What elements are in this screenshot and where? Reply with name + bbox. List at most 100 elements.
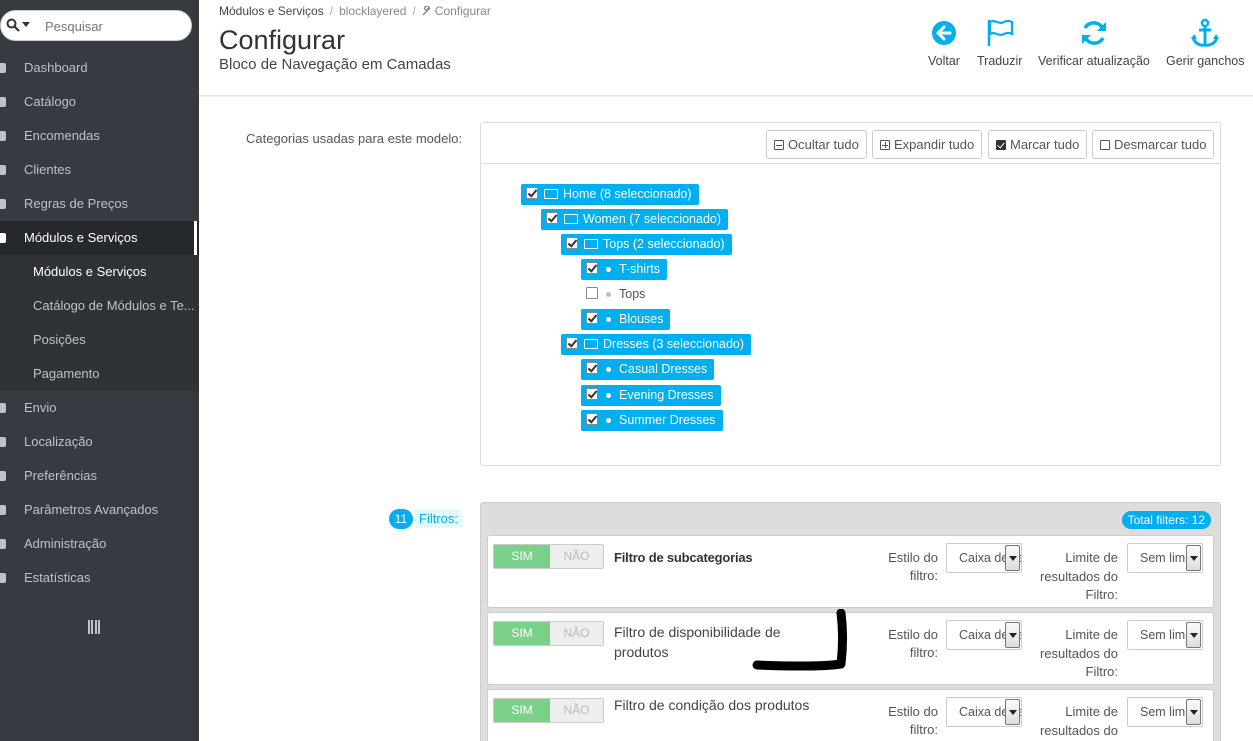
sidebar-item-stats[interactable]: Estatísticas bbox=[0, 561, 199, 595]
collapse-all-button[interactable]: Ocultar tudo bbox=[766, 130, 867, 159]
sidebar-item-price-rules[interactable]: Regras de Preços bbox=[0, 187, 199, 221]
tree-node-tops-leaf[interactable]: Tops bbox=[581, 284, 652, 305]
filter-limit-select[interactable]: Sem limite bbox=[1127, 697, 1203, 727]
search-icon[interactable] bbox=[6, 18, 20, 32]
refresh-icon bbox=[1081, 21, 1106, 45]
tree-node-tops[interactable]: Tops (2 seleccionado) bbox=[561, 234, 732, 255]
submenu-item-modules[interactable]: Módulos e Serviços bbox=[0, 255, 199, 289]
submenu-item-module-catalog[interactable]: Catálogo de Módulos e Te... bbox=[0, 289, 199, 323]
orders-icon bbox=[0, 131, 6, 141]
tree-node-tshirts[interactable]: T-shirts bbox=[581, 259, 667, 280]
page-header: Módulos e Serviços / blocklayered / Configur… bbox=[199, 0, 1253, 96]
toggle-no[interactable]: NÃO bbox=[550, 622, 603, 645]
tree-node-evening-dresses[interactable]: Evening Dresses bbox=[581, 385, 721, 406]
tree-node-label: T-shirts bbox=[619, 262, 660, 276]
filter-row: SIM NÃO Filtro de condição dos produtos … bbox=[487, 689, 1214, 741]
sidebar-item-administration[interactable]: Administração bbox=[0, 527, 199, 561]
breadcrumb-item[interactable]: Módulos e Serviços bbox=[219, 4, 324, 18]
tree-checkbox[interactable] bbox=[526, 187, 538, 199]
translate-label: Traduzir bbox=[977, 54, 1023, 68]
manage-hooks-label: Gerir ganchos bbox=[1166, 54, 1245, 68]
tree-node-women[interactable]: Women (7 seleccionado) bbox=[541, 209, 729, 230]
sidebar-item-orders[interactable]: Encomendas bbox=[0, 119, 199, 153]
filter-style-label: Estilo do filtro: bbox=[888, 627, 938, 660]
breadcrumb-item[interactable]: blocklayered bbox=[339, 4, 406, 18]
tree-node-summer-dresses[interactable]: Summer Dresses bbox=[581, 410, 723, 431]
filter-style-select[interactable]: Caixa de verificação bbox=[946, 620, 1022, 650]
manage-hooks-button[interactable]: Gerir ganchos bbox=[1166, 18, 1245, 68]
sidebar-item-modules[interactable]: Módulos e Serviços bbox=[0, 221, 199, 255]
search-box[interactable] bbox=[0, 10, 192, 41]
back-button[interactable]: Voltar bbox=[928, 18, 960, 68]
category-tree-panel: Ocultar tudo Expandir tudo Marcar tudo D… bbox=[480, 122, 1221, 466]
tree-node-label: Evening Dresses bbox=[619, 388, 714, 402]
sidebar-item-catalog[interactable]: Catálogo bbox=[0, 85, 199, 119]
uncheck-all-button[interactable]: Desmarcar tudo bbox=[1092, 130, 1215, 159]
submenu-item-payment[interactable]: Pagamento bbox=[0, 357, 199, 391]
tree-checkbox[interactable] bbox=[566, 337, 578, 349]
filter-style-select[interactable]: Caixa de verificação bbox=[946, 543, 1022, 573]
collapse-all-label: Ocultar tudo bbox=[788, 137, 859, 152]
tree-checkbox[interactable] bbox=[586, 413, 598, 425]
filter-toggle[interactable]: SIM NÃO bbox=[493, 621, 604, 646]
tree-node-label: Casual Dresses bbox=[619, 362, 708, 376]
sidebar-item-dashboard[interactable]: Dashboard bbox=[0, 51, 199, 85]
tree-node-label: Dresses (3 seleccionado) bbox=[603, 337, 745, 351]
tree-node-dresses[interactable]: Dresses (3 seleccionado) bbox=[561, 334, 752, 355]
cogs-icon bbox=[0, 505, 6, 515]
search-input[interactable] bbox=[45, 17, 185, 35]
tree-checkbox[interactable] bbox=[546, 212, 558, 224]
filter-toggle[interactable]: SIM NÃO bbox=[493, 544, 604, 569]
back-label: Voltar bbox=[928, 54, 960, 68]
tree-node-home[interactable]: Home (8 seleccionado) bbox=[521, 184, 699, 205]
dropdown-arrow-icon[interactable] bbox=[1186, 699, 1201, 725]
tree-checkbox[interactable] bbox=[586, 362, 598, 374]
collapse-sidebar-icon[interactable] bbox=[88, 620, 100, 634]
dropdown-arrow-icon[interactable] bbox=[1186, 622, 1201, 648]
leaf-dot-icon bbox=[606, 291, 611, 297]
toggle-no[interactable]: NÃO bbox=[550, 545, 603, 568]
dropdown-arrow-icon[interactable] bbox=[1005, 622, 1020, 648]
sidebar-item-shipping[interactable]: Envio bbox=[0, 391, 199, 425]
page-subtitle: Bloco de Navegação em Camadas bbox=[219, 56, 451, 73]
filter-toggle[interactable]: SIM NÃO bbox=[493, 698, 604, 723]
search-scope-caret-icon[interactable] bbox=[22, 22, 30, 27]
dropdown-arrow-icon[interactable] bbox=[1186, 545, 1201, 571]
check-all-button[interactable]: Marcar tudo bbox=[988, 130, 1088, 159]
tree-node-casual-dresses[interactable]: Casual Dresses bbox=[581, 359, 715, 380]
expand-all-button[interactable]: Expandir tudo bbox=[872, 130, 983, 159]
tree-checkbox[interactable] bbox=[586, 262, 598, 274]
collapse-icon bbox=[774, 140, 784, 150]
expand-icon bbox=[880, 140, 890, 150]
filter-limit-select[interactable]: Sem limite bbox=[1127, 543, 1203, 573]
leaf-dot-icon bbox=[606, 266, 611, 272]
tree-node-label: Blouses bbox=[619, 312, 664, 326]
leaf-dot-icon bbox=[606, 392, 611, 398]
tree-checkbox[interactable] bbox=[566, 237, 578, 249]
tree-checkbox[interactable] bbox=[586, 388, 598, 400]
sidebar-item-advanced[interactable]: Parâmetros Avançados bbox=[0, 493, 199, 527]
sidebar-submenu: Módulos e Serviços Catálogo de Módulos e… bbox=[0, 255, 199, 391]
sidebar-item-customers[interactable]: Clientes bbox=[0, 153, 199, 187]
truck-icon bbox=[0, 403, 6, 413]
sidebar-item-preferences[interactable]: Preferências bbox=[0, 459, 199, 493]
tree-checkbox[interactable] bbox=[586, 312, 598, 324]
tree-node-blouses[interactable]: Blouses bbox=[581, 309, 671, 330]
dropdown-arrow-icon[interactable] bbox=[1005, 545, 1020, 571]
toggle-no[interactable]: NÃO bbox=[550, 699, 603, 722]
sidebar-item-localization[interactable]: Localização bbox=[0, 425, 199, 459]
toggle-yes[interactable]: SIM bbox=[494, 545, 550, 568]
submenu-item-positions[interactable]: Posições bbox=[0, 323, 199, 357]
translate-button[interactable]: Traduzir bbox=[977, 18, 1022, 68]
dropdown-arrow-icon[interactable] bbox=[1005, 699, 1020, 725]
filter-style-select[interactable]: Caixa de verificação bbox=[946, 697, 1022, 727]
filter-limit-select[interactable]: Sem limite bbox=[1127, 620, 1203, 650]
filter-limit-label: Limite de resultados do Filtro: bbox=[1039, 704, 1118, 738]
main-content: Categorias usadas para este modelo: Ocul… bbox=[199, 97, 1253, 741]
tree-checkbox[interactable] bbox=[586, 287, 598, 299]
toggle-yes[interactable]: SIM bbox=[494, 699, 550, 722]
filters-label: 11 Filtros: bbox=[389, 509, 462, 529]
toggle-yes[interactable]: SIM bbox=[494, 622, 550, 645]
check-update-button[interactable]: Verificar atualização bbox=[1038, 18, 1150, 68]
tree-toolbar: Ocultar tudo Expandir tudo Marcar tudo D… bbox=[481, 123, 1220, 164]
